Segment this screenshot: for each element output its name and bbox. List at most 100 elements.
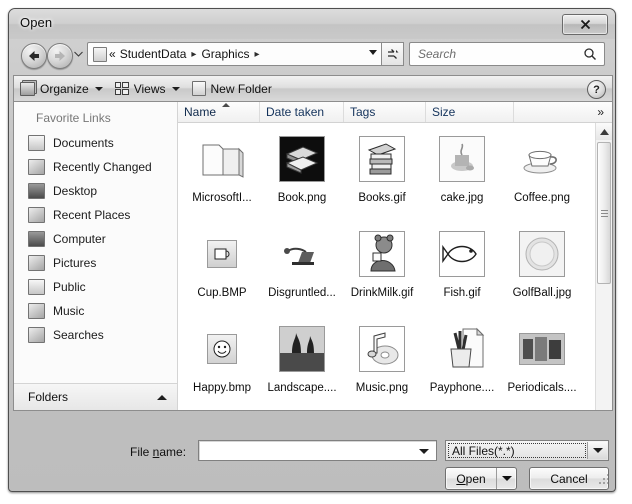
desktop-icon (28, 183, 45, 199)
public-folder-icon (28, 279, 45, 295)
new-folder-button[interactable]: New Folder (186, 76, 278, 101)
open-dropdown-button[interactable] (497, 468, 516, 489)
search-icon (583, 47, 597, 61)
cancel-button[interactable]: Cancel (529, 467, 609, 490)
file-item-payphone[interactable]: Payphone.... (422, 319, 502, 410)
scroll-up-button[interactable] (596, 123, 612, 140)
breadcrumb-overflow[interactable]: « (107, 47, 118, 61)
file-item-books-gif[interactable]: Books.gif (342, 129, 422, 224)
open-dialog-window: Open « StudentData ▸ Graphics ▸ Search O… (8, 8, 616, 492)
pencil-cup-document-icon (450, 327, 485, 368)
column-header-tags[interactable]: Tags (344, 102, 426, 122)
chevron-down-icon[interactable] (369, 50, 377, 55)
views-button[interactable]: Views (109, 76, 186, 101)
file-item-landscape[interactable]: Landscape.... (262, 319, 342, 410)
close-button[interactable] (562, 14, 608, 35)
sidebar-item-public[interactable]: Public (14, 275, 177, 299)
forward-arrow-icon (55, 51, 65, 61)
sidebar-item-label: Public (53, 280, 86, 294)
file-grid: MicrosoftI... Book.png Books.gif cake.jp… (178, 123, 595, 410)
help-button[interactable]: ? (587, 80, 606, 99)
sidebar-item-searches[interactable]: Searches (14, 323, 177, 347)
breadcrumb-separator[interactable]: ▸ (251, 49, 262, 60)
file-item-coffee-png[interactable]: Coffee.png (502, 129, 582, 224)
open-label-accel: O (456, 471, 466, 486)
column-header-name[interactable]: Name (178, 102, 260, 122)
file-name-label-pre: File (130, 445, 153, 459)
file-type-dropdown-button[interactable] (587, 442, 607, 459)
thumbnail (439, 319, 485, 379)
file-item-happy-bmp[interactable]: Happy.bmp (182, 319, 262, 410)
sidebar-item-recently-changed[interactable]: Recently Changed (14, 155, 177, 179)
sidebar-item-music[interactable]: Music (14, 299, 177, 323)
close-icon (580, 19, 590, 30)
open-label-post: pen (465, 471, 486, 486)
breadcrumb-item-graphics[interactable]: Graphics (199, 47, 251, 61)
sidebar-item-documents[interactable]: Documents (14, 131, 177, 155)
file-name-label-post: ame: (159, 445, 187, 459)
sidebar-item-computer[interactable]: Computer (14, 227, 177, 251)
refresh-button[interactable] (382, 42, 404, 66)
thumbnail (207, 224, 237, 284)
thumbnail (439, 129, 485, 189)
folders-toggle[interactable]: Folders (14, 383, 177, 410)
breadcrumb-item-studentdata[interactable]: StudentData (118, 47, 189, 61)
chevron-down-icon[interactable] (419, 449, 429, 454)
file-item-book-png[interactable]: Book.png (262, 129, 342, 224)
file-item-music-png[interactable]: Music.png (342, 319, 422, 410)
dialog-body: Favorite Links Documents Recently Change… (13, 101, 613, 411)
sidebar-item-pictures[interactable]: Pictures (14, 251, 177, 275)
file-list-scrollbar[interactable] (595, 123, 612, 410)
sidebar-item-label: Computer (53, 232, 106, 246)
chevron-down-icon (501, 476, 512, 481)
search-box[interactable]: Search (409, 42, 605, 66)
file-item-cup-bmp[interactable]: Cup.BMP (182, 224, 262, 319)
column-header-label: Name (184, 105, 217, 119)
file-list-pane: Name Date taken Tags Size » MicrosoftI..… (178, 102, 612, 410)
sidebar-item-recent-places[interactable]: Recent Places (14, 203, 177, 227)
breadcrumb-separator[interactable]: ▸ (188, 49, 199, 60)
scrollbar-thumb[interactable] (597, 142, 611, 284)
scroll-up-icon (599, 128, 609, 135)
thumbnail (519, 224, 565, 284)
open-button-label[interactable]: Open (446, 468, 497, 489)
grip-icon (600, 208, 608, 219)
file-item-cake-jpg[interactable]: cake.jpg (422, 129, 502, 224)
forward-button[interactable] (47, 43, 73, 69)
file-item-label: Coffee.png (513, 192, 571, 204)
column-header-size[interactable]: Size (426, 102, 514, 122)
sidebar-item-desktop[interactable]: Desktop (14, 179, 177, 203)
resize-grip-icon[interactable] (598, 473, 610, 485)
column-header-label: Size (432, 105, 456, 119)
file-item-periodicals[interactable]: Periodicals.... (502, 319, 582, 410)
file-item-fish-gif[interactable]: Fish.gif (422, 224, 502, 319)
new-folder-label: New Folder (210, 81, 272, 96)
chevron-down-icon (171, 86, 180, 91)
dialog-footer: File name: All Files(*.*) Open Cancel (13, 411, 613, 490)
address-breadcrumb-box[interactable]: « StudentData ▸ Graphics ▸ (87, 42, 382, 66)
file-item-drinkmilk-gif[interactable]: DrinkMilk.gif (342, 224, 422, 319)
file-item-label: Music.png (355, 382, 409, 394)
file-type-select[interactable]: All Files(*.*) (445, 440, 609, 461)
file-grid-row: Cup.BMP Disgruntled... DrinkMilk.gif Fis… (182, 224, 595, 319)
back-arrow-icon (29, 51, 39, 61)
history-dropdown-button[interactable] (74, 51, 83, 57)
folder-icon (93, 46, 107, 62)
file-item-microsoft[interactable]: MicrosoftI... (182, 129, 262, 224)
column-header-date-taken[interactable]: Date taken (260, 102, 344, 122)
chevron-down-icon (74, 51, 83, 57)
file-name-input[interactable] (198, 440, 437, 461)
search-input[interactable]: Search (418, 47, 456, 61)
file-item-disgruntled[interactable]: Disgruntled... (262, 224, 342, 319)
bear-drinking-milk-icon (370, 234, 396, 272)
computer-icon (28, 231, 45, 247)
sidebar-item-label: Recent Places (53, 208, 131, 222)
organize-button[interactable]: Organize (14, 76, 109, 101)
file-item-golfball-jpg[interactable]: GolfBall.jpg (502, 224, 582, 319)
documents-icon (28, 135, 45, 151)
cup-icon (214, 248, 230, 260)
file-item-label: Periodicals.... (507, 382, 577, 394)
open-button[interactable]: Open (445, 467, 517, 490)
column-header-more[interactable]: » (514, 102, 612, 122)
back-button[interactable] (21, 43, 47, 69)
